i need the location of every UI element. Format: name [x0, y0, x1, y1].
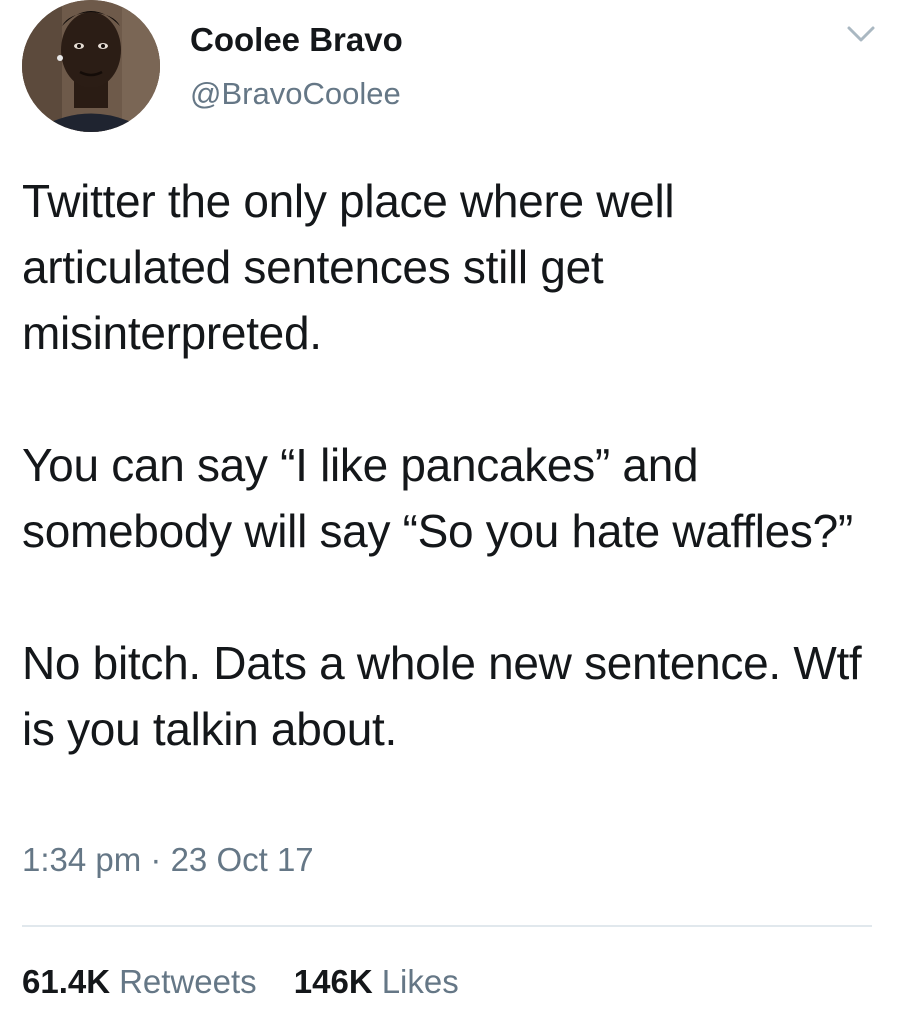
retweets-count: 61.4K — [22, 963, 111, 1000]
retweets-label: Retweets — [119, 963, 257, 1000]
likes-label: Likes — [381, 963, 459, 1000]
tweet-timestamp[interactable]: 1:34 pm · 23 Oct 17 — [22, 840, 314, 880]
tweet-paragraph: No bitch. Dats a whole new sentence. Wtf… — [22, 637, 862, 755]
chevron-down-icon[interactable] — [846, 22, 876, 46]
tweet-paragraph: You can say “I like pancakes” and somebo… — [22, 439, 853, 557]
tweet-header: Coolee Bravo @BravoCoolee — [22, 0, 888, 140]
tweet-card: Coolee Bravo @BravoCoolee Twitter the on… — [0, 0, 910, 1012]
tweet-paragraph: Twitter the only place where well articu… — [22, 175, 675, 359]
author-handle[interactable]: @BravoCoolee — [190, 74, 401, 114]
author-display-name[interactable]: Coolee Bravo — [190, 20, 403, 60]
tweet-stats: 61.4K Retweets 146K Likes — [22, 960, 487, 1004]
tweet-text: Twitter the only place where well articu… — [22, 168, 888, 762]
likes-stat[interactable]: 146K Likes — [294, 963, 459, 1000]
profile-photo-icon — [22, 0, 160, 132]
likes-count: 146K — [293, 963, 373, 1000]
divider — [22, 925, 872, 927]
avatar[interactable] — [22, 0, 160, 132]
retweets-stat[interactable]: 61.4K Retweets — [22, 963, 257, 1000]
